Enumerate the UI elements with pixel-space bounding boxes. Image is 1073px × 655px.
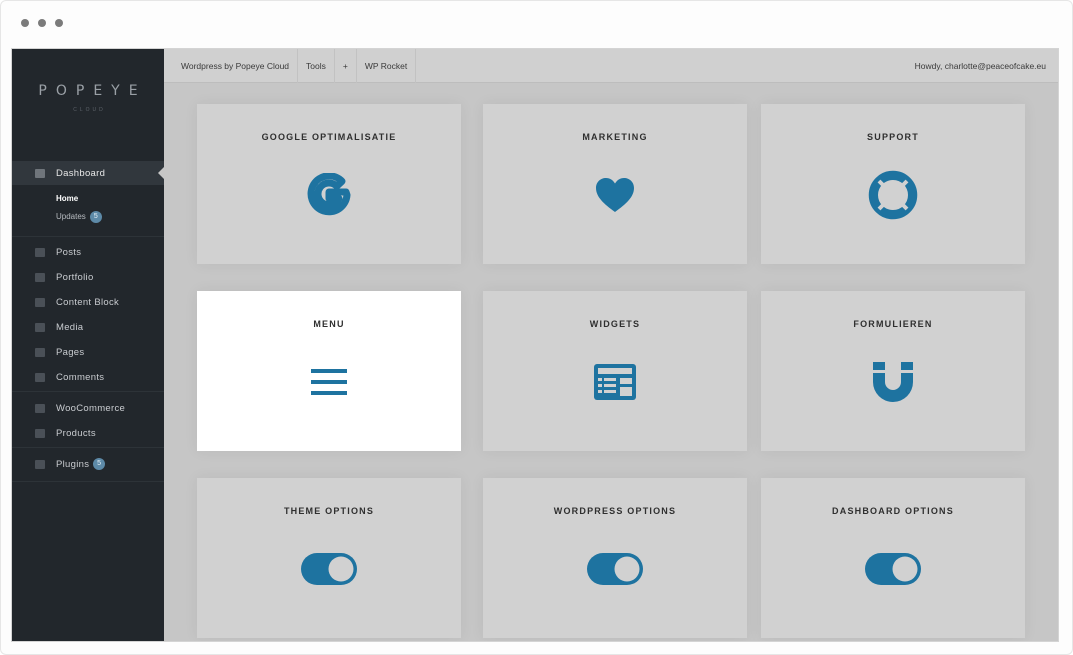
wordpress-admin: PΟPEYE CLOUD Dashboard Home Updates 5 Pos… [11, 48, 1059, 642]
sidebar-divider [12, 236, 164, 237]
topbar-wp-rocket-link[interactable]: WP Rocket [357, 49, 417, 83]
sidebar-item-label: Posts [56, 246, 82, 258]
topbar-account[interactable]: Howdy, charlotte@peaceofcake.eu [915, 49, 1046, 83]
logo-subtitle: CLOUD [73, 107, 106, 113]
tile-support[interactable]: SUPPORT [761, 104, 1025, 264]
toggle-icon[interactable] [863, 546, 923, 592]
sidebar-subitem-label: Updates [56, 212, 86, 222]
topbar-site-link[interactable]: Wordpress by Popeye Cloud [164, 49, 299, 83]
window-dot-close[interactable] [21, 19, 29, 27]
sidebar-item-posts[interactable]: Posts [12, 240, 164, 264]
sidebar-item-label: WooCommerce [56, 402, 126, 414]
magnet-icon [863, 359, 923, 405]
sidebar-item-content-block[interactable]: Content Block [12, 290, 164, 314]
sidebar-item-products[interactable]: Products [12, 421, 164, 445]
products-icon [35, 428, 45, 438]
sidebar-item-label: Portfolio [56, 271, 94, 283]
tile-formulieren[interactable]: FORMULIEREN [761, 291, 1025, 451]
tile-title: GOOGLE OPTIMALISATIE [261, 132, 397, 142]
content-block-icon [35, 297, 45, 307]
sidebar-item-portfolio[interactable]: Portfolio [12, 265, 164, 289]
window-controls [21, 19, 63, 27]
tile-title: MARKETING [582, 132, 648, 142]
tile-marketing[interactable]: MARKETING [483, 104, 747, 264]
active-arrow-indicator [158, 167, 164, 179]
tile-wordpress-options[interactable]: WORDPRESS OPTIONS [483, 478, 747, 638]
topbar-tools-link[interactable]: Tools [298, 49, 335, 83]
tile-title: MENU [313, 319, 345, 329]
tile-title: DASHBOARD OPTIONS [832, 506, 954, 516]
sidebar-divider [12, 447, 164, 448]
portfolio-icon [35, 272, 45, 282]
tile-widgets[interactable]: WIDGETS [483, 291, 747, 451]
pages-icon [35, 347, 45, 357]
sidebar-item-label: Media [56, 321, 84, 333]
comment-icon [35, 372, 45, 382]
sidebar-item-media[interactable]: Media [12, 315, 164, 339]
logo[interactable]: PΟPEYE [12, 83, 164, 99]
updates-count-badge: 5 [89, 211, 102, 223]
topbar-add-new[interactable]: + [335, 49, 357, 83]
dashboard-icon [35, 168, 45, 178]
sidebar-item-plugins[interactable]: Plugins 5 [12, 452, 164, 476]
window-dot-minimize[interactable] [38, 19, 46, 27]
sidebar-item-label: Content Block [56, 296, 120, 308]
media-icon [35, 322, 45, 332]
sidebar-item-label: Products [56, 427, 96, 439]
google-g-icon [299, 172, 359, 218]
tile-title: WIDGETS [589, 319, 641, 329]
woocommerce-icon [35, 403, 45, 413]
window-dot-maximize[interactable] [55, 19, 63, 27]
admin-topbar: Wordpress by Popeye Cloud Tools + WP Roc… [164, 49, 1058, 83]
sidebar: PΟPEYE CLOUD Dashboard Home Updates 5 Pos… [12, 49, 164, 641]
sidebar-item-pages[interactable]: Pages [12, 340, 164, 364]
sidebar-subitem-home[interactable]: Home [56, 194, 78, 203]
tile-title: THEME OPTIONS [283, 506, 375, 516]
tile-title: WORDPRESS OPTIONS [553, 506, 677, 516]
sidebar-item-dashboard[interactable]: Dashboard [12, 161, 164, 185]
widgets-icon [585, 359, 645, 405]
sidebar-item-label: Dashboard [56, 167, 106, 179]
toggle-icon[interactable] [585, 546, 645, 592]
tile-google-optimalisatie[interactable]: GOOGLE OPTIMALISATIE [197, 104, 461, 264]
sidebar-item-label: Pages [56, 346, 85, 358]
sidebar-item-comments[interactable]: Comments [12, 365, 164, 389]
pin-icon [35, 247, 45, 257]
tile-dashboard-options[interactable]: DASHBOARD OPTIONS [761, 478, 1025, 638]
toggle-icon[interactable] [299, 546, 359, 592]
plug-icon [35, 459, 45, 469]
tile-title: FORMULIEREN [853, 319, 933, 329]
hamburger-icon [299, 359, 359, 405]
sidebar-divider [12, 481, 164, 482]
sidebar-subitem-updates[interactable]: Updates 5 [56, 211, 102, 223]
lifebuoy-icon [863, 170, 923, 220]
plugins-count-badge: 5 [93, 458, 106, 470]
sidebar-item-label: Plugins [56, 458, 90, 470]
sidebar-item-woocommerce[interactable]: WooCommerce [12, 396, 164, 420]
tile-theme-options[interactable]: THEME OPTIONS [197, 478, 461, 638]
sidebar-divider [12, 391, 164, 392]
tile-menu[interactable]: MENU [197, 291, 461, 451]
heart-icon [585, 172, 645, 218]
tile-title: SUPPORT [867, 132, 919, 142]
sidebar-item-label: Comments [56, 371, 105, 383]
